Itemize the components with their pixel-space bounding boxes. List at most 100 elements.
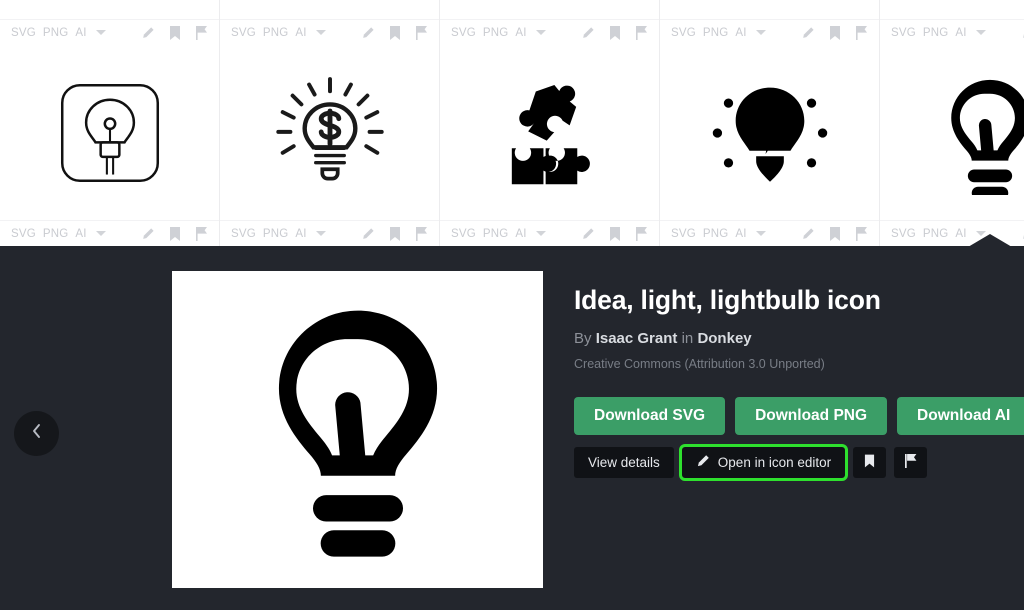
icon-result-cell[interactable]: SVG PNG AI: [220, 45, 440, 246]
format-svg[interactable]: SVG: [231, 228, 256, 240]
format-svg[interactable]: SVG: [891, 228, 916, 240]
bookmark-icon[interactable]: [829, 25, 841, 40]
format-ai[interactable]: AI: [955, 27, 966, 39]
format-svg[interactable]: SVG: [231, 27, 256, 39]
icon-result-cell[interactable]: SVG PNG AI: [440, 45, 660, 246]
icon-result-cell[interactable]: SVG PNG AI: [440, 0, 660, 45]
format-links[interactable]: SVG PNG AI: [671, 27, 766, 39]
format-links[interactable]: SVG PNG AI: [231, 228, 326, 240]
format-png[interactable]: PNG: [923, 228, 949, 240]
format-svg[interactable]: SVG: [671, 228, 696, 240]
flag-icon[interactable]: [635, 226, 648, 241]
download-svg-button[interactable]: Download SVG: [574, 397, 726, 436]
chevron-down-icon[interactable]: [315, 231, 326, 236]
format-links[interactable]: SVG PNG AI: [451, 27, 546, 39]
flag-button[interactable]: [894, 447, 928, 479]
icon-large-preview[interactable]: [172, 271, 543, 588]
previous-icon-button[interactable]: [14, 411, 59, 456]
collection-link[interactable]: Donkey: [697, 330, 751, 347]
chevron-down-icon[interactable]: [95, 30, 106, 35]
flag-icon[interactable]: [855, 25, 868, 40]
icon-preview-lightbulb-bolt-rays[interactable]: [660, 0, 879, 19]
format-png[interactable]: PNG: [703, 27, 729, 39]
format-links[interactable]: SVG PNG AI: [671, 228, 766, 240]
icon-preview-lightbulb-solid[interactable]: [880, 45, 1024, 220]
edit-pencil-icon[interactable]: [801, 26, 815, 40]
edit-pencil-icon[interactable]: [581, 227, 595, 241]
edit-pencil-icon[interactable]: [141, 227, 155, 241]
icon-preview-lightbulb-dollar-sketch[interactable]: [220, 0, 439, 19]
bookmark-icon[interactable]: [169, 25, 181, 40]
download-ai-button[interactable]: Download AI: [897, 397, 1024, 436]
format-png[interactable]: PNG: [263, 228, 289, 240]
bookmark-icon[interactable]: [829, 226, 841, 241]
icon-preview-puzzle-pieces[interactable]: [440, 0, 659, 19]
edit-pencil-icon[interactable]: [361, 227, 375, 241]
format-ai[interactable]: AI: [75, 228, 86, 240]
icon-result-cell[interactable]: SVG PNG AI: [220, 0, 440, 45]
flag-icon[interactable]: [415, 25, 428, 40]
bookmark-icon[interactable]: [609, 226, 621, 241]
icon-preview-lightbulb-dollar-sketch[interactable]: [220, 45, 439, 220]
format-svg[interactable]: SVG: [451, 228, 476, 240]
format-links[interactable]: SVG PNG AI: [231, 27, 326, 39]
format-ai[interactable]: AI: [75, 27, 86, 39]
chevron-down-icon[interactable]: [975, 30, 986, 35]
chevron-down-icon[interactable]: [755, 30, 766, 35]
format-png[interactable]: PNG: [43, 27, 69, 39]
icon-preview-lightbulb-solid[interactable]: [880, 0, 1024, 19]
format-png[interactable]: PNG: [703, 228, 729, 240]
format-svg[interactable]: SVG: [11, 228, 36, 240]
format-links[interactable]: SVG PNG AI: [891, 27, 986, 39]
format-png[interactable]: PNG: [483, 228, 509, 240]
icon-preview-puzzle-pieces[interactable]: [440, 45, 659, 220]
format-png[interactable]: PNG: [263, 27, 289, 39]
format-ai[interactable]: AI: [735, 27, 746, 39]
flag-icon[interactable]: [195, 226, 208, 241]
format-ai[interactable]: AI: [515, 27, 526, 39]
icon-preview-lightbulb-bolt-rays[interactable]: [660, 45, 879, 220]
bookmark-icon[interactable]: [609, 25, 621, 40]
bookmark-icon[interactable]: [169, 226, 181, 241]
edit-pencil-icon[interactable]: [361, 26, 375, 40]
icon-preview-lightbulb-outline-rounded-square[interactable]: [0, 45, 219, 220]
flag-icon[interactable]: [635, 25, 648, 40]
format-ai[interactable]: AI: [295, 228, 306, 240]
chevron-down-icon[interactable]: [535, 231, 546, 236]
format-ai[interactable]: AI: [735, 228, 746, 240]
edit-pencil-icon[interactable]: [141, 26, 155, 40]
chevron-down-icon[interactable]: [315, 30, 326, 35]
format-svg[interactable]: SVG: [451, 27, 476, 39]
bookmark-icon[interactable]: [389, 25, 401, 40]
format-svg[interactable]: SVG: [891, 27, 916, 39]
flag-icon[interactable]: [415, 226, 428, 241]
icon-result-cell[interactable]: SVG PNG AI: [660, 45, 880, 246]
edit-pencil-icon[interactable]: [801, 227, 815, 241]
icon-result-cell[interactable]: SVG PNG AI: [880, 45, 1024, 246]
format-svg[interactable]: SVG: [671, 27, 696, 39]
format-png[interactable]: PNG: [923, 27, 949, 39]
format-links[interactable]: SVG PNG AI: [11, 228, 106, 240]
bookmark-icon[interactable]: [389, 226, 401, 241]
download-png-button[interactable]: Download PNG: [735, 397, 888, 436]
chevron-down-icon[interactable]: [755, 231, 766, 236]
flag-icon[interactable]: [195, 25, 208, 40]
format-png[interactable]: PNG: [43, 228, 69, 240]
icon-preview-lightbulb-outline-rounded-square[interactable]: [0, 0, 219, 19]
edit-pencil-icon[interactable]: [581, 26, 595, 40]
chevron-down-icon[interactable]: [95, 231, 106, 236]
format-ai[interactable]: AI: [955, 228, 966, 240]
icon-result-cell[interactable]: SVG PNG AI: [660, 0, 880, 45]
format-ai[interactable]: AI: [295, 27, 306, 39]
icon-result-cell[interactable]: SVG PNG AI: [0, 0, 220, 45]
format-ai[interactable]: AI: [515, 228, 526, 240]
format-links[interactable]: SVG PNG AI: [451, 228, 546, 240]
format-links[interactable]: SVG PNG AI: [11, 27, 106, 39]
bookmark-button[interactable]: [853, 447, 887, 479]
flag-icon[interactable]: [855, 226, 868, 241]
format-png[interactable]: PNG: [483, 27, 509, 39]
open-in-icon-editor-button[interactable]: Open in icon editor: [678, 444, 849, 482]
format-svg[interactable]: SVG: [11, 27, 36, 39]
icon-result-cell[interactable]: SVG PNG AI: [880, 0, 1024, 45]
view-details-button[interactable]: View details: [574, 447, 674, 479]
